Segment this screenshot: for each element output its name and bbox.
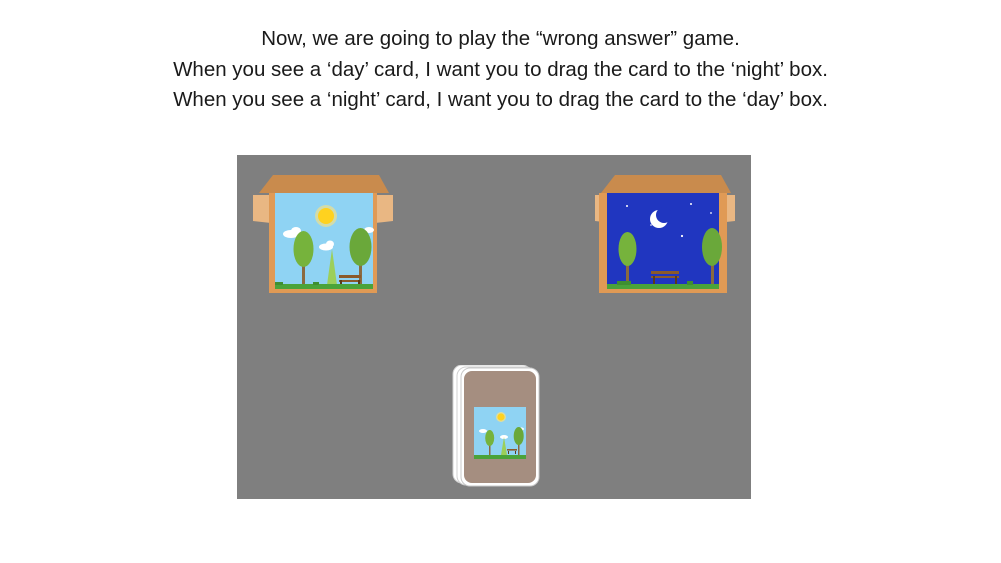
sun-icon <box>315 205 337 227</box>
card-deck-graphic <box>452 365 540 487</box>
instruction-line-1: Now, we are going to play the “wrong ans… <box>261 27 740 50</box>
instructions-text: Now, we are going to play the “wrong ans… <box>0 24 1001 116</box>
game-board <box>237 155 751 499</box>
night-box[interactable] <box>593 173 737 293</box>
card-deck[interactable] <box>452 365 542 487</box>
instruction-line-3: When you see a ‘night’ card, I want you … <box>173 88 828 111</box>
day-box[interactable] <box>251 173 395 293</box>
instruction-line-2: When you see a ‘day’ card, I want you to… <box>173 57 828 81</box>
sun-icon <box>496 412 506 422</box>
day-box-graphic <box>253 175 393 293</box>
current-card[interactable] <box>464 371 536 483</box>
night-box-graphic <box>595 175 735 293</box>
